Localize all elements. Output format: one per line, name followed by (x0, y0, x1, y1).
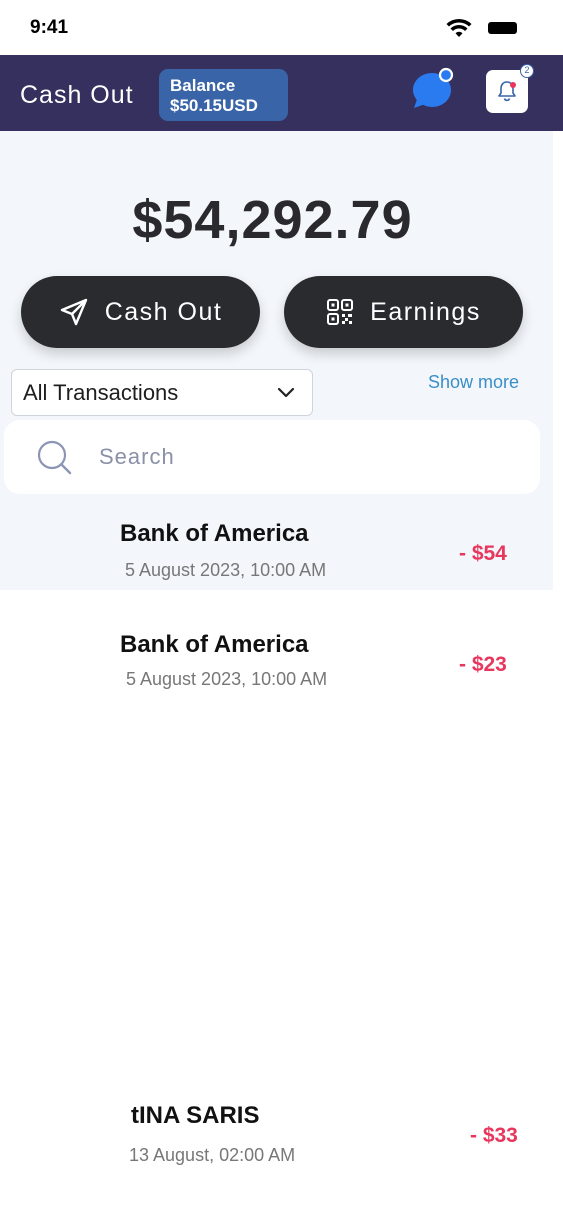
send-icon (60, 298, 87, 326)
transaction-name: Bank of America (120, 631, 309, 658)
transaction-amount: - $54 (459, 542, 507, 565)
transaction-amount: - $23 (459, 653, 507, 676)
earnings-button[interactable]: Earnings (284, 276, 523, 348)
total-amount: $54,292.79 (132, 190, 413, 250)
balance-value: $50.15USD (170, 96, 258, 115)
wifi-icon (446, 18, 472, 37)
transaction-date: 13 August, 02:00 AM (129, 1145, 296, 1165)
earnings-label: Earnings (370, 297, 481, 326)
transaction-amount: - $33 (470, 1124, 518, 1147)
search-input[interactable] (99, 444, 479, 470)
chevron-down-icon (277, 387, 295, 398)
filter-selected-value: All Transactions (23, 380, 179, 405)
show-more-link[interactable]: Show more (428, 372, 519, 393)
cash-out-label: Cash Out (104, 297, 223, 326)
page-title: Cash Out (20, 81, 134, 109)
status-bar: 9:41 (0, 0, 563, 55)
transaction-date: 5 August 2023, 10:00 AM (126, 669, 328, 689)
bell-icon (498, 81, 516, 102)
transaction-filter-select[interactable]: All Transactions (11, 369, 313, 416)
app-header: Cash Out Balance $50.15USD 2 (0, 55, 563, 131)
balance-label: Balance (170, 76, 236, 95)
transaction-name: Bank of America (120, 520, 309, 547)
notification-count-badge: 2 (520, 64, 534, 78)
balance-badge: Balance $50.15USD (159, 69, 288, 121)
search-bar[interactable] (4, 420, 540, 494)
cash-out-button[interactable]: Cash Out (21, 276, 260, 348)
search-icon (37, 440, 72, 475)
transaction-name: tINA SARIS (131, 1102, 260, 1129)
status-time: 9:41 (30, 17, 69, 38)
qr-code-icon (327, 299, 354, 325)
transaction-date: 5 August 2023, 10:00 AM (125, 560, 327, 580)
battery-icon (488, 22, 517, 34)
chat-icon[interactable] (410, 67, 456, 113)
